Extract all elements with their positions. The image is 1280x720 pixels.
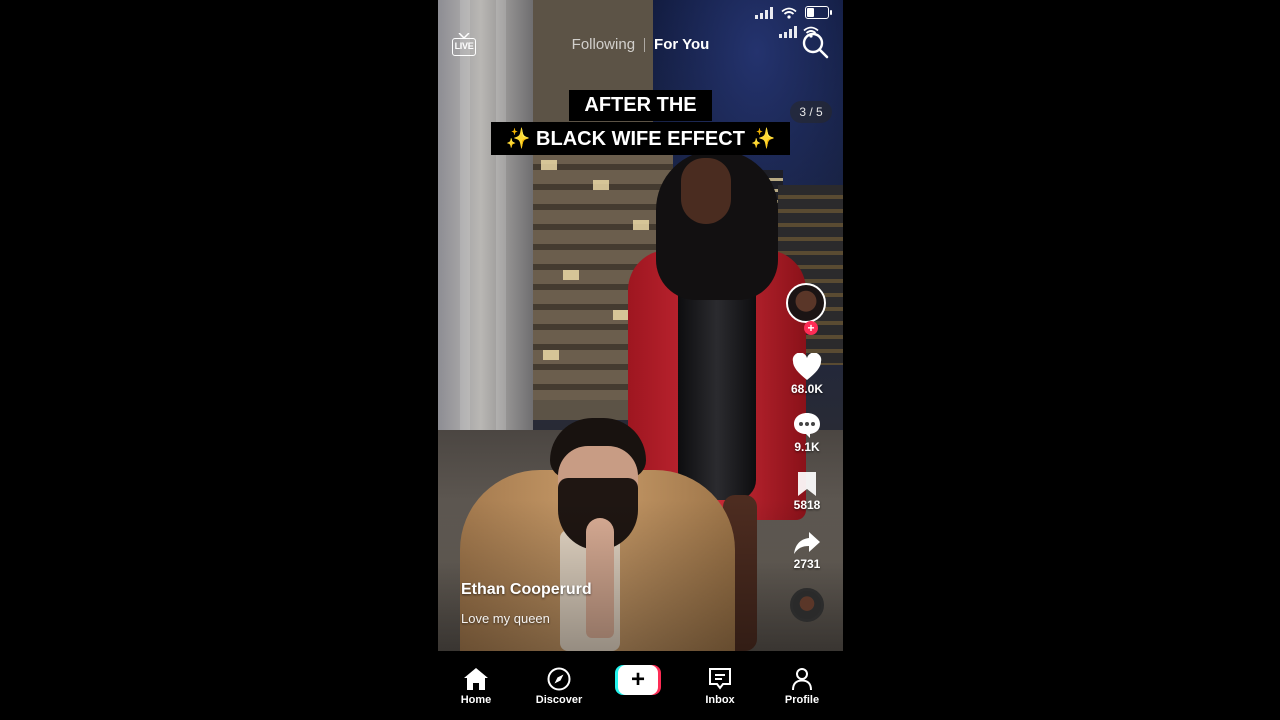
feed-tabs: Following For You xyxy=(438,36,843,53)
profile-icon xyxy=(792,668,812,691)
share-count: 2731 xyxy=(793,557,821,571)
tab-following[interactable]: Following xyxy=(563,36,644,53)
nav-discover-label: Discover xyxy=(535,694,583,706)
like-count: 68.0K xyxy=(790,382,824,396)
video-woman-face xyxy=(681,158,731,224)
music-disc-icon[interactable] xyxy=(790,588,824,622)
heart-icon xyxy=(792,353,822,380)
video-caption-line2: ✨ BLACK WIFE EFFECT ✨ xyxy=(438,122,843,155)
video-description: Love my queen xyxy=(461,611,550,626)
bottom-nav: Home Discover + Inbox Profile xyxy=(438,651,843,720)
tab-for-you[interactable]: For You xyxy=(645,36,718,53)
nav-inbox[interactable]: Inbox xyxy=(685,667,755,706)
follow-button[interactable]: + xyxy=(804,321,818,335)
signal-icon xyxy=(755,6,773,19)
nav-home[interactable]: Home xyxy=(441,667,511,706)
save-button[interactable]: 5818 xyxy=(783,471,831,512)
save-count: 5818 xyxy=(793,498,821,512)
nav-profile[interactable]: Profile xyxy=(767,667,837,706)
comment-button[interactable]: 9.1K xyxy=(783,411,831,454)
creator-avatar[interactable]: + xyxy=(786,283,826,335)
nav-profile-label: Profile xyxy=(784,694,820,706)
bookmark-icon xyxy=(798,472,816,496)
nav-inbox-label: Inbox xyxy=(705,694,735,706)
photo-page-indicator: 3 / 5 xyxy=(790,101,832,123)
home-icon xyxy=(464,668,488,690)
plus-icon: + xyxy=(618,665,658,695)
share-button[interactable]: 2731 xyxy=(783,530,831,571)
nav-home-label: Home xyxy=(460,694,492,706)
video-caption-line1: AFTER THE xyxy=(438,90,843,121)
caption-text: AFTER THE xyxy=(569,90,712,121)
share-icon xyxy=(794,532,820,554)
wifi-icon xyxy=(781,7,797,19)
nav-discover[interactable]: Discover xyxy=(524,667,594,706)
comment-count: 9.1K xyxy=(794,440,820,454)
phone-screen: LIVE Following For You AFTER THE ✨ BLACK… xyxy=(438,0,843,720)
caption-text: ✨ BLACK WIFE EFFECT ✨ xyxy=(490,122,791,155)
video-gradient xyxy=(438,500,843,651)
like-button[interactable]: 68.0K xyxy=(783,353,831,396)
status-bar xyxy=(755,6,832,19)
compass-icon xyxy=(547,667,571,691)
creator-username[interactable]: Ethan Cooperurd xyxy=(461,581,592,599)
comment-icon xyxy=(794,413,820,438)
create-button[interactable]: + xyxy=(615,665,661,695)
inbox-icon xyxy=(709,668,731,690)
battery-icon xyxy=(805,6,832,19)
search-icon[interactable] xyxy=(800,30,830,60)
